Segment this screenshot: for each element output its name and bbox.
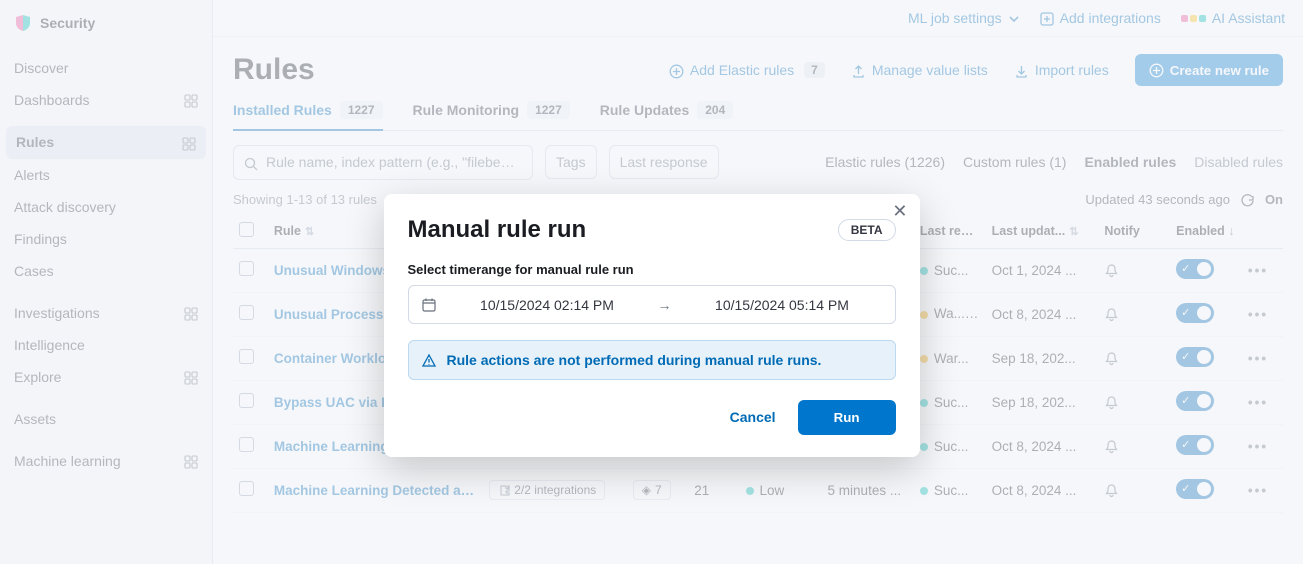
run-button[interactable]: Run [798,400,896,435]
modal-title: Manual rule run [408,216,587,244]
modal-subtitle: Select timerange for manual rule run [408,262,896,277]
callout-warning: Rule actions are not performed during ma… [408,340,896,379]
callout-text: Rule actions are not performed during ma… [447,352,822,368]
warning-icon [421,351,437,368]
timerange-start[interactable]: 10/15/2024 02:14 PM [447,297,648,313]
timerange-picker[interactable]: 10/15/2024 02:14 PM → 10/15/2024 05:14 P… [408,285,896,324]
close-icon[interactable]: ✕ [892,202,907,220]
calendar-icon [421,296,437,313]
cancel-button[interactable]: Cancel [730,409,776,425]
manual-rule-run-modal: ✕ Manual rule run BETA Select timerange … [384,194,920,457]
timerange-end[interactable]: 10/15/2024 05:14 PM [682,297,883,313]
modal-overlay[interactable]: ✕ Manual rule run BETA Select timerange … [0,0,1303,564]
beta-badge: BETA [838,219,896,241]
arrow-right-icon: → [658,297,672,313]
